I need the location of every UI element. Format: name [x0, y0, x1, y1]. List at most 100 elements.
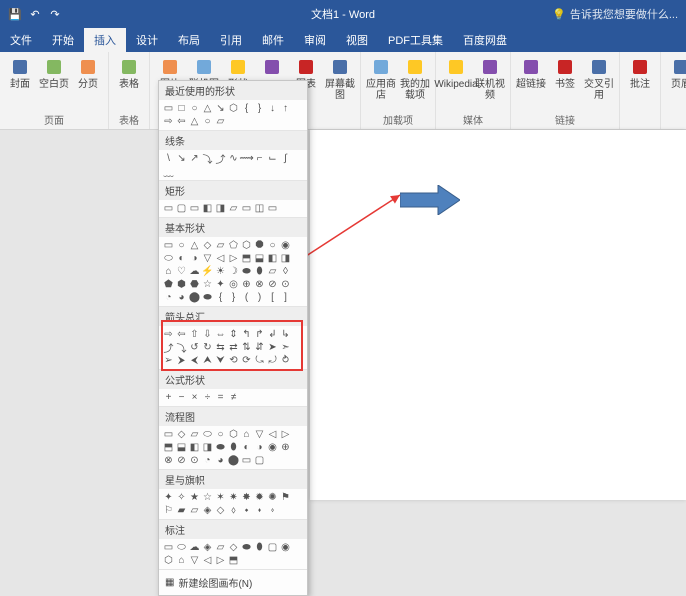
shape-option[interactable]: ☆ [202, 492, 213, 503]
ribbon-button-空白页[interactable]: 空白页 [38, 54, 70, 112]
shape-option[interactable]: ◇ [202, 240, 213, 251]
shape-option[interactable]: ▭ [267, 203, 278, 214]
tab-引用[interactable]: 引用 [210, 28, 252, 52]
ribbon-button-书签[interactable]: 书签 [549, 54, 581, 112]
shape-option[interactable]: △ [202, 103, 213, 114]
shape-option[interactable]: ↑ [280, 103, 291, 114]
shape-option[interactable]: ⚐ [163, 505, 174, 516]
shape-option[interactable]: □ [176, 103, 187, 114]
shape-option[interactable]: ◨ [215, 203, 226, 214]
shape-option[interactable]: ⤴ [163, 342, 174, 353]
shape-option[interactable]: ⟿ [241, 153, 252, 164]
shape-option[interactable]: ◎ [228, 279, 239, 290]
shape-option[interactable]: ○ [267, 240, 278, 251]
shape-option[interactable]: ✹ [254, 492, 265, 503]
shape-option[interactable]: ⤵ [176, 342, 187, 353]
shape-option[interactable]: ⬤ [228, 455, 239, 466]
shape-option[interactable]: ▽ [189, 555, 200, 566]
shape-option[interactable]: ✦ [215, 279, 226, 290]
shape-option[interactable]: ⮟ [215, 355, 226, 366]
shape-option[interactable]: ⊙ [280, 279, 291, 290]
tab-PDF工具集[interactable]: PDF工具集 [378, 28, 453, 52]
shape-option[interactable]: ⌐ [254, 153, 265, 164]
shape-option[interactable]: ◔ [163, 292, 174, 303]
shape-option[interactable]: ⬟ [163, 279, 174, 290]
shape-option[interactable]: ⬮ [254, 266, 265, 277]
shape-option[interactable]: ▱ [215, 542, 226, 553]
document-canvas[interactable] [310, 130, 686, 500]
shape-option[interactable]: ⬩ [241, 505, 252, 516]
shape-option[interactable]: ↺ [189, 342, 200, 353]
shape-option[interactable]: ⇄ [228, 342, 239, 353]
shape-option[interactable]: ◉ [267, 442, 278, 453]
shape-option[interactable]: ○ [176, 240, 187, 251]
shape-option[interactable]: ⇆ [215, 342, 226, 353]
shape-option[interactable]: ⬡ [241, 240, 252, 251]
shape-option[interactable]: ▭ [163, 542, 174, 553]
shape-option[interactable]: ⬤ [189, 292, 200, 303]
shape-option[interactable]: ♡ [176, 266, 187, 277]
shape-option[interactable]: ◨ [202, 442, 213, 453]
shape-option[interactable]: − [176, 392, 187, 403]
shape-option[interactable]: ◕ [176, 292, 187, 303]
shape-option[interactable]: ⊘ [267, 279, 278, 290]
shape-option[interactable]: ▱ [228, 203, 239, 214]
shape-option[interactable]: ○ [202, 116, 213, 127]
shape-option[interactable]: ⬡ [163, 555, 174, 566]
shape-option[interactable]: { [215, 292, 226, 303]
tab-开始[interactable]: 开始 [42, 28, 84, 52]
shape-option[interactable]: ▭ [163, 103, 174, 114]
shape-option[interactable]: ⬓ [254, 253, 265, 264]
shape-option[interactable]: ◔ [202, 455, 213, 466]
shape-option[interactable]: ⊕ [280, 442, 291, 453]
shape-option[interactable]: = [215, 392, 226, 403]
shape-option[interactable]: ✺ [267, 492, 278, 503]
shape-option[interactable]: ↘ [215, 103, 226, 114]
shape-option[interactable]: ⇔ [215, 329, 226, 340]
shape-option[interactable]: ⬡ [228, 429, 239, 440]
shape-option[interactable]: ⇅ [241, 342, 252, 353]
shape-option[interactable]: ﹏ [163, 166, 174, 177]
shape-option[interactable]: { [241, 103, 252, 114]
shape-option[interactable]: ◁ [215, 253, 226, 264]
save-icon[interactable]: 💾 [8, 7, 22, 21]
shape-option[interactable]: ⬒ [228, 555, 239, 566]
shape-option[interactable]: ⬬ [241, 266, 252, 277]
shape-option[interactable]: ➤ [267, 342, 278, 353]
shape-option[interactable]: ⬣ [189, 279, 200, 290]
shape-option[interactable]: ⬮ [254, 542, 265, 553]
shape-option[interactable]: ▢ [267, 542, 278, 553]
shape-option[interactable]: ☀ [215, 266, 226, 277]
shape-option[interactable]: × [189, 392, 200, 403]
shape-option[interactable]: ▭ [241, 203, 252, 214]
shape-option[interactable]: ⬒ [241, 253, 252, 264]
shape-option[interactable]: ★ [189, 492, 200, 503]
shape-option[interactable]: } [228, 292, 239, 303]
shape-option[interactable]: ▷ [280, 429, 291, 440]
ribbon-button-联机视频[interactable]: 联机视频 [474, 54, 506, 112]
shape-option[interactable]: ➣ [280, 342, 291, 353]
shape-option[interactable]: ⬪ [254, 505, 265, 516]
shape-option[interactable]: ◑ [254, 442, 265, 453]
undo-icon[interactable]: ↶ [28, 7, 42, 21]
shape-option[interactable]: ⬭ [176, 542, 187, 553]
shape-option[interactable]: ÷ [202, 392, 213, 403]
shape-option[interactable]: ◊ [280, 266, 291, 277]
shape-option[interactable]: ↗ [189, 153, 200, 164]
ribbon-button-表格[interactable]: 表格 [113, 54, 145, 112]
ribbon-button-交叉引用[interactable]: 交叉引用 [583, 54, 615, 112]
shape-option[interactable]: ⊗ [254, 279, 265, 290]
shape-option[interactable]: ○ [189, 103, 200, 114]
shape-option[interactable]: ⇦ [176, 116, 187, 127]
redo-icon[interactable]: ↷ [48, 7, 62, 21]
shape-option[interactable]: ⌙ [267, 153, 278, 164]
ribbon-button-Wikipedia[interactable]: Wikipedia [440, 54, 472, 112]
shape-option[interactable]: ⌂ [163, 266, 174, 277]
shape-option[interactable]: ⟳ [241, 355, 252, 366]
shape-option[interactable]: ↘ [176, 153, 187, 164]
shape-option[interactable]: ◉ [280, 542, 291, 553]
shape-option[interactable]: ↳ [280, 329, 291, 340]
tab-百度网盘[interactable]: 百度网盘 [453, 28, 517, 52]
shape-option[interactable]: ◫ [254, 203, 265, 214]
shape-option[interactable]: ≠ [228, 392, 239, 403]
